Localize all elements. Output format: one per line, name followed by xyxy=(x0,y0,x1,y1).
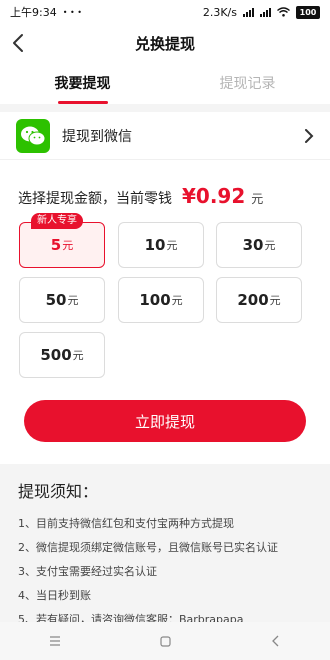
notice-item: 2、微信提现须绑定微信账号，且微信账号已实名认证 xyxy=(18,541,278,554)
status-dots: • • • xyxy=(62,7,82,17)
option-unit: 元 xyxy=(166,239,178,252)
home-square-icon xyxy=(159,635,171,647)
option-value: 10 xyxy=(144,236,166,254)
tab-withdraw[interactable]: 我要提现 xyxy=(0,62,165,104)
option-unit: 元 xyxy=(72,349,84,362)
page-title: 兑换提现 xyxy=(134,34,195,53)
option-unit: 元 xyxy=(171,294,183,307)
withdraw-notice: 提现须知： 1、目前支持微信红包和支付宝两种方式提现 2、微信提现须绑定微信账号… xyxy=(0,464,330,626)
withdraw-channel-row[interactable]: 提现到微信 xyxy=(0,112,330,160)
menu-icon xyxy=(50,636,60,646)
notice-item: 4、当日秒到账 xyxy=(18,589,91,602)
section-divider xyxy=(0,104,330,112)
home-nav-button[interactable] xyxy=(145,622,185,660)
option-value: 100 xyxy=(139,291,171,309)
option-value: 200 xyxy=(237,291,269,309)
wifi-icon xyxy=(277,7,290,17)
amount-option-200[interactable]: 200 元 xyxy=(216,277,302,323)
notice-item: 3、支付宝需要经过实名认证 xyxy=(18,565,157,578)
amount-option-500[interactable]: 500 元 xyxy=(19,332,105,378)
network-speed: 2.3K/s xyxy=(202,5,237,19)
tab-bar: 我要提现 提现记录 xyxy=(0,62,330,105)
withdraw-button[interactable]: 立即提现 xyxy=(24,400,306,442)
option-value: 30 xyxy=(242,236,264,254)
option-unit: 元 xyxy=(269,294,281,307)
back-triangle-icon xyxy=(271,635,278,647)
amount-option-10[interactable]: 10 元 xyxy=(118,222,204,268)
option-unit: 元 xyxy=(62,239,74,252)
notice-item: 1、目前支持微信红包和支付宝两种方式提现 xyxy=(18,517,234,530)
balance-line: 选择提现金额，当前零钱 ¥0.92 元 xyxy=(18,184,263,208)
status-time: 上午9:34 xyxy=(10,6,57,19)
option-unit: 元 xyxy=(264,239,276,252)
amount-prompt: 选择提现金额，当前零钱 xyxy=(18,191,172,207)
signal-icon-2 xyxy=(260,7,271,17)
option-value: 5 xyxy=(50,236,62,254)
tab-withdraw-records[interactable]: 提现记录 xyxy=(165,62,330,104)
amount-option-30[interactable]: 30 元 xyxy=(216,222,302,268)
menu-nav-button[interactable] xyxy=(35,622,75,660)
new-user-badge: 新人专享 xyxy=(31,213,83,229)
title-bar: 兑换提现 xyxy=(0,24,330,62)
back-nav-button[interactable] xyxy=(255,622,295,660)
option-unit: 元 xyxy=(67,294,79,307)
balance-unit: 元 xyxy=(251,192,264,206)
status-bar: 上午9:34 • • • 2.3K/s 100 xyxy=(0,0,330,24)
amount-option-50[interactable]: 50 元 xyxy=(19,277,105,323)
signal-icon xyxy=(243,7,254,17)
system-nav-bar xyxy=(0,622,330,660)
balance-amount: ¥0.92 xyxy=(182,184,246,208)
option-value: 500 xyxy=(40,346,72,364)
option-value: 50 xyxy=(45,291,67,309)
back-arrow-icon[interactable] xyxy=(8,32,30,54)
notice-title: 提现须知： xyxy=(18,482,99,501)
wechat-icon xyxy=(16,118,50,153)
chevron-right-icon xyxy=(305,128,314,143)
channel-label: 提现到微信 xyxy=(62,128,132,145)
amount-option-100[interactable]: 100 元 xyxy=(118,277,204,323)
battery-icon: 100 xyxy=(296,5,320,19)
